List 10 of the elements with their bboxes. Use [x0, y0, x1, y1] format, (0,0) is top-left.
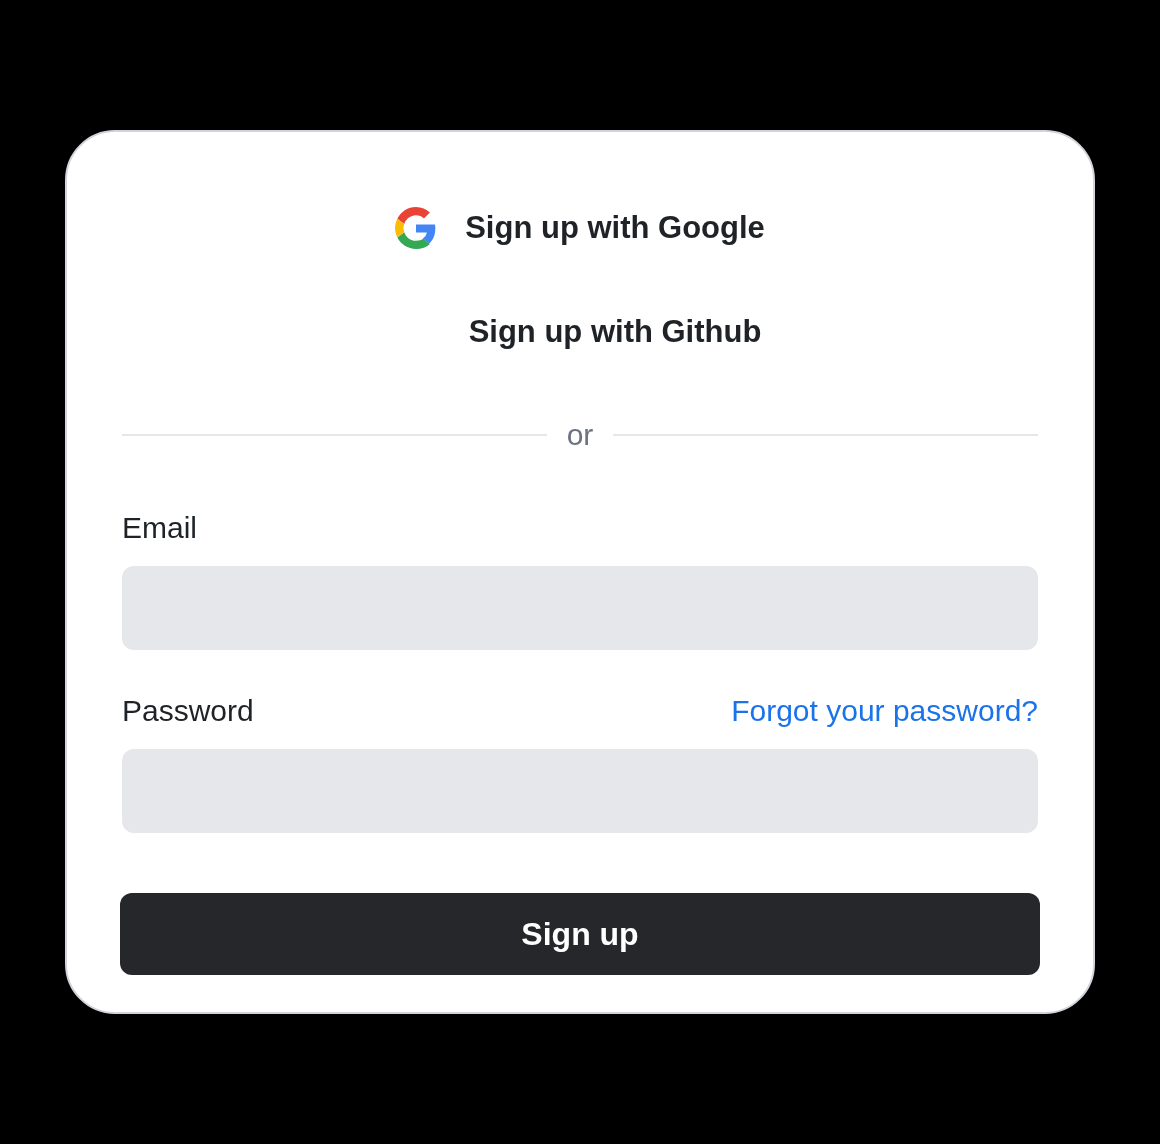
forgot-password-link[interactable]: Forgot your password?: [731, 688, 1038, 733]
google-g-icon: [395, 207, 438, 249]
social-signup-button[interactable]: Sign up with Google: [395, 204, 765, 252]
email-label: Email: [122, 510, 198, 546]
social-signup-button[interactable]: Sign up with Github: [398, 308, 762, 356]
signup-button[interactable]: Sign up: [120, 893, 1040, 975]
password-label: Password: [122, 693, 254, 729]
email-field[interactable]: [122, 566, 1038, 650]
divider-text: or: [566, 417, 594, 453]
password-field[interactable]: [122, 749, 1038, 833]
